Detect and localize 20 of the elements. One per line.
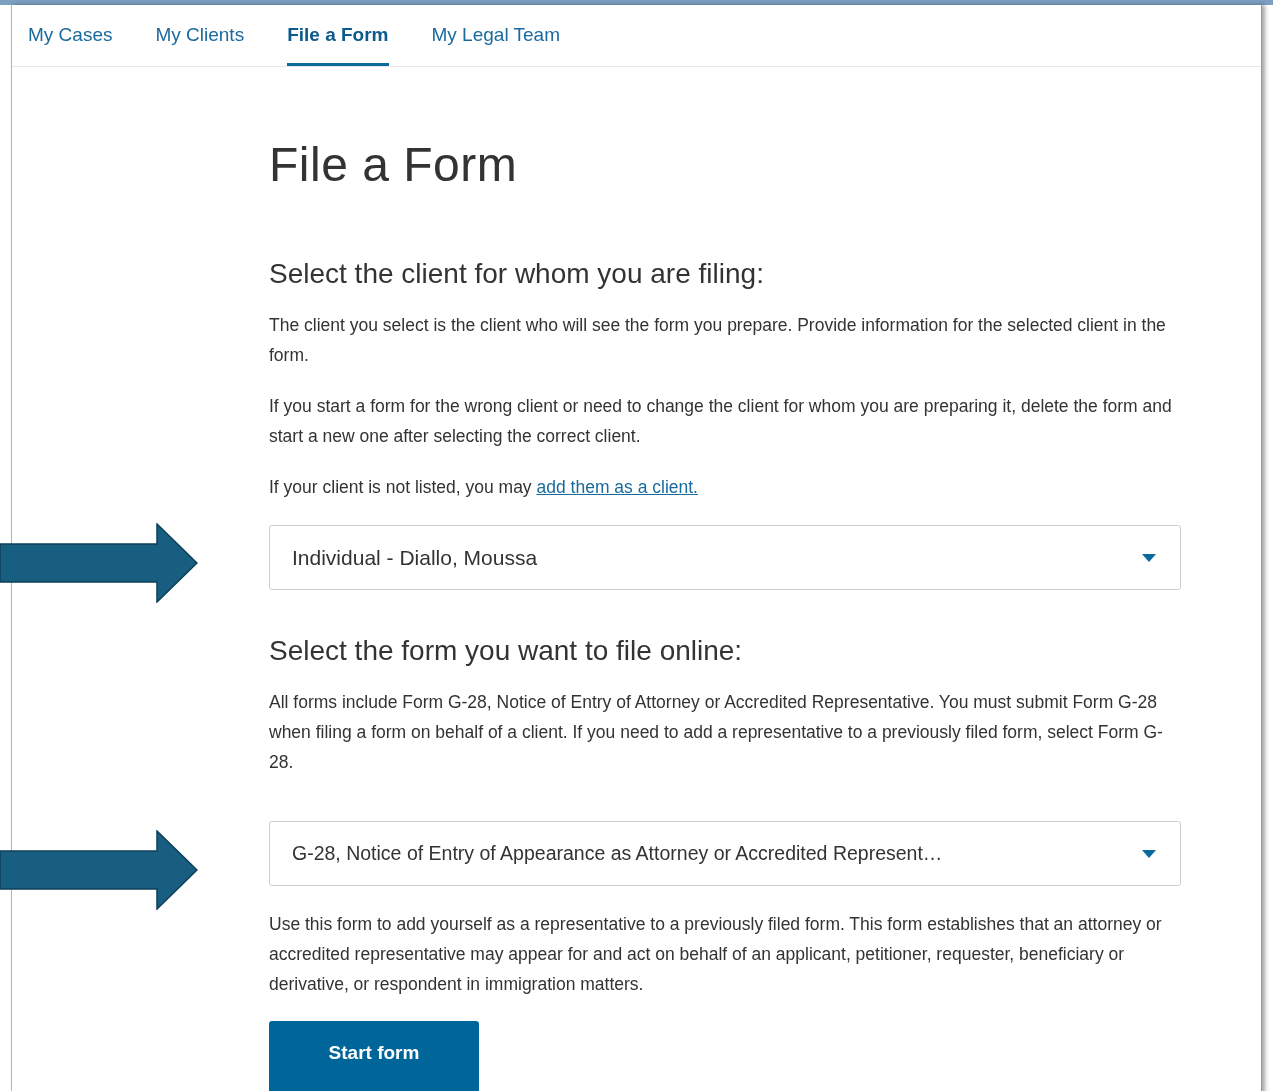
page-title: File a Form: [269, 137, 519, 192]
section-heading: Select the client for whom you are filing:: [269, 258, 765, 290]
arrow-icon: [0, 523, 198, 603]
paragraph: If you start a form for the wrong client or need to change the client for whom you are preparing it, delete the form and start a new one after selecting the correct client.: [269, 395, 1173, 448]
paragraph: If your client is not listed, you may add them as a client.: [269, 476, 699, 499]
nav-tab[interactable]: My Clients: [155, 5, 245, 66]
paragraph: The client you select is the client who will see the form you prepare. Provide information for the selected client in the form.: [269, 314, 1167, 367]
nav-tab[interactable]: My Legal Team: [431, 5, 560, 66]
client-dropdown[interactable]: Individual - Diallo, Moussa: [269, 525, 1181, 590]
nav-tab[interactable]: My Cases: [28, 5, 113, 66]
caret-icon: [1142, 849, 1156, 858]
nav-tab[interactable]: File a Form: [287, 5, 389, 66]
arrow-icon: [0, 830, 198, 910]
paragraph: All forms include Form G-28, Notice of Entry of Attorney or Accredited Representative. You must submit Form G-28 when filing a form on behalf of a client. If you need to add a representative to a previously filed form, select Form G-28.: [269, 691, 1164, 774]
section-heading: Select the form you want to file online:: [269, 635, 744, 667]
form-dropdown[interactable]: G-28, Notice of Entry of Appearance as Attorney or Accredited Represent…: [269, 821, 1181, 886]
paragraph: Use this form to add yourself as a representative to a previously filed form. This form establishes that an attorney or accredited representative may appear for and act on behalf of an applicant, petitioner, requester, beneficiary or derivative, or respondent in immigration matters.: [269, 913, 1163, 996]
start-form-button[interactable]: Start form: [269, 1021, 479, 1091]
add-client-link[interactable]: add them as a client.: [536, 477, 698, 497]
caret-icon: [1142, 553, 1156, 562]
